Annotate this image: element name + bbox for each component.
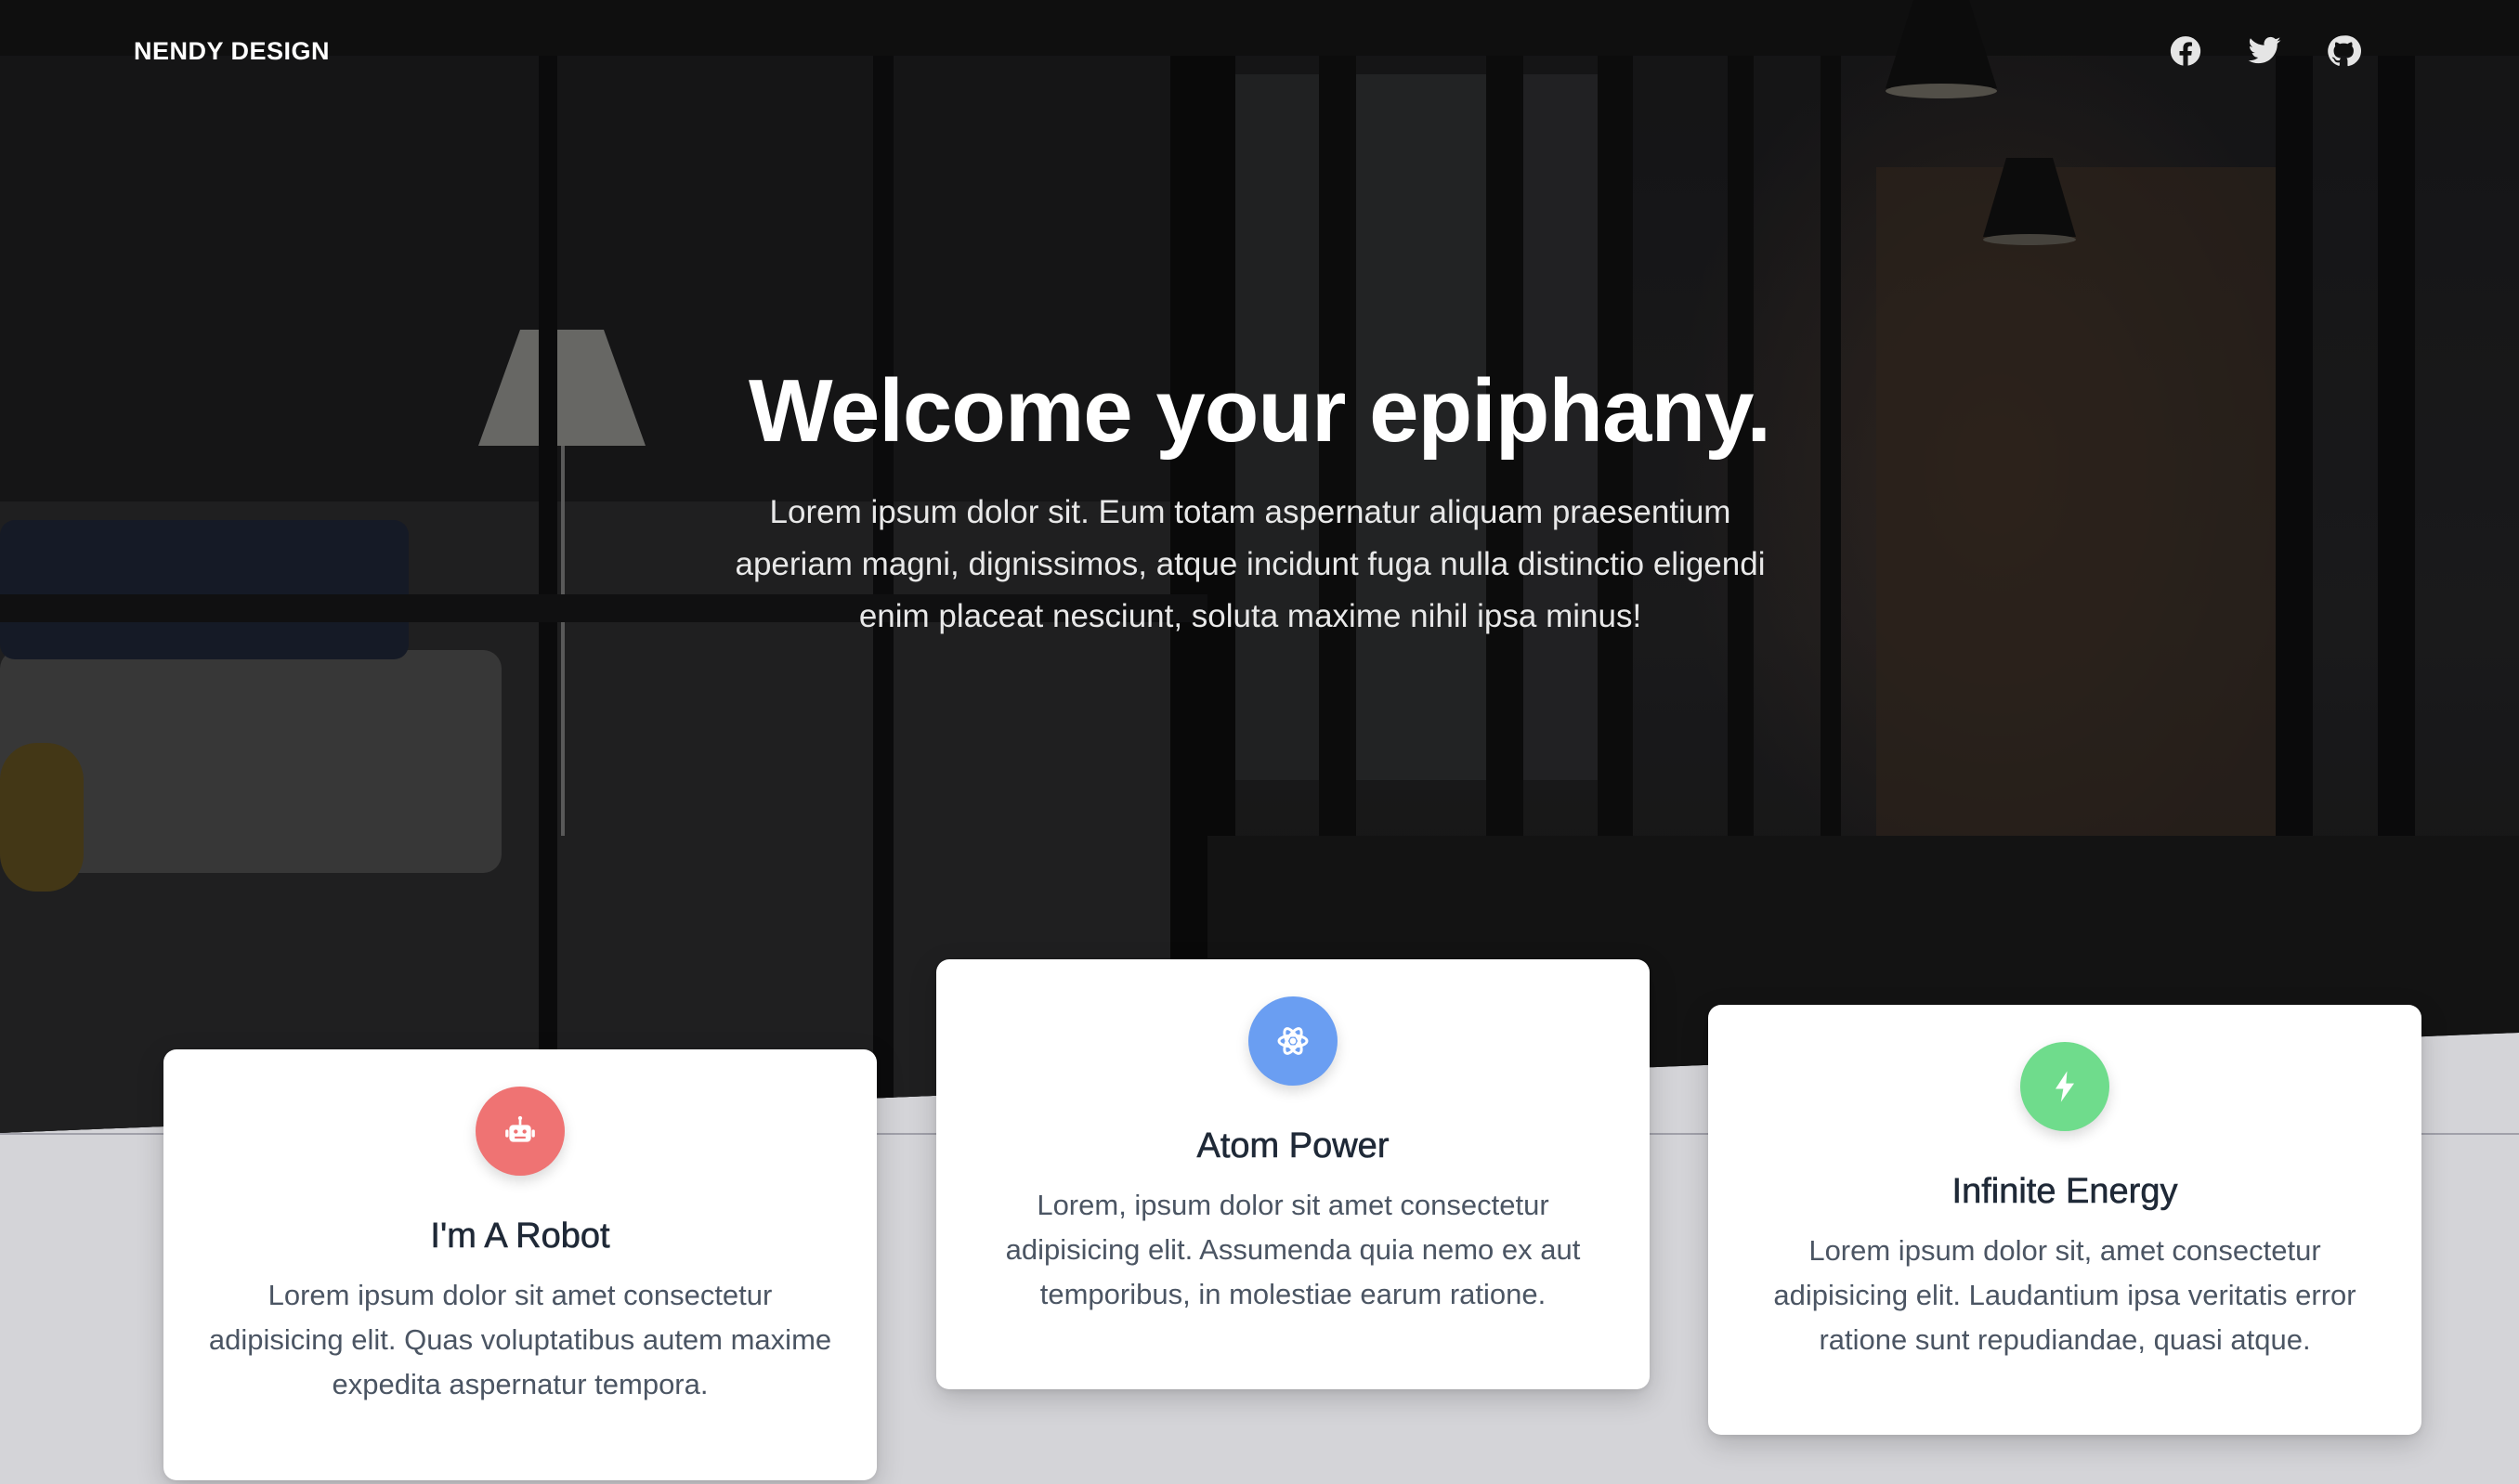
hero-title: Welcome your epiphany. <box>748 361 1771 461</box>
feature-card-robot: I'm A Robot Lorem ipsum dolor sit amet c… <box>163 1049 877 1480</box>
bolt-icon <box>2020 1042 2109 1131</box>
card-title: Atom Power <box>1196 1126 1390 1166</box>
card-text: Lorem, ipsum dolor sit amet consectetur … <box>1005 1189 1581 1310</box>
facebook-icon[interactable] <box>2168 33 2203 69</box>
robot-icon <box>476 1087 565 1176</box>
card-title: Infinite Energy <box>1951 1172 2178 1212</box>
card-text: Lorem ipsum dolor sit, amet consectetur … <box>1773 1234 2356 1356</box>
hero-subtitle: Lorem ipsum dolor sit. Eum totam asperna… <box>735 494 1766 634</box>
card-title: I'm A Robot <box>430 1217 610 1256</box>
social-links <box>2168 33 2361 69</box>
feature-card-atom: Atom Power Lorem, ipsum dolor sit amet c… <box>936 959 1650 1389</box>
brand-logo[interactable]: NENDY DESIGN <box>134 37 330 66</box>
twitter-icon[interactable] <box>2247 33 2282 69</box>
card-text: Lorem ipsum dolor sit amet consectetur a… <box>208 1279 832 1400</box>
github-icon[interactable] <box>2326 33 2361 69</box>
feature-card-energy: Infinite Energy Lorem ipsum dolor sit, a… <box>1708 1005 2421 1435</box>
atom-icon <box>1248 996 1338 1086</box>
